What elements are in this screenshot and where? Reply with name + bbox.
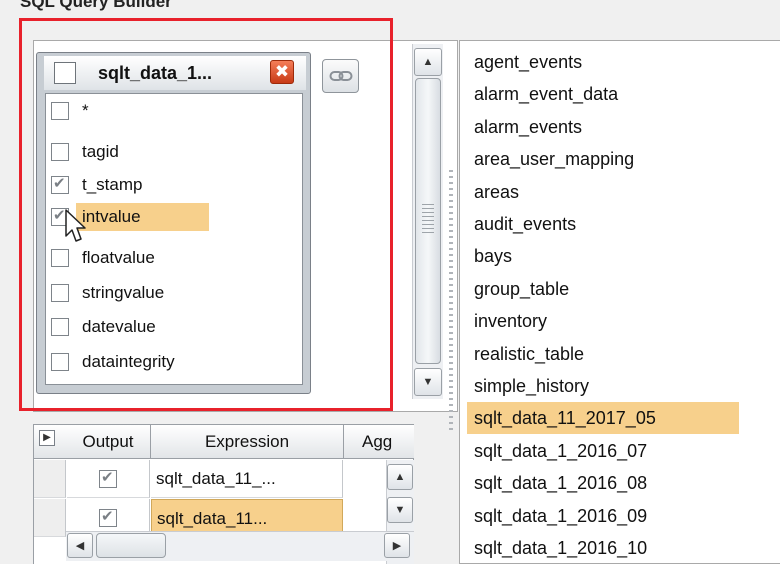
arrow-up-icon[interactable]: ▲ xyxy=(387,464,413,490)
scroll-grip xyxy=(422,204,434,234)
table-list-item[interactable]: alarm_event_data xyxy=(467,78,767,110)
table-list-item[interactable]: group_table xyxy=(467,273,767,305)
arrow-up-icon[interactable]: ▲ xyxy=(414,48,442,76)
arrow-down-icon[interactable]: ▼ xyxy=(387,497,413,523)
table-list-item[interactable]: bays xyxy=(467,240,767,272)
table-list-item[interactable]: agent_events xyxy=(467,46,767,78)
table-list-item[interactable]: realistic_table xyxy=(467,338,767,370)
table-list-item[interactable]: sqlt_data_1_2016_09 xyxy=(467,500,767,532)
table-list-item[interactable]: sqlt_data_1_2016_10 xyxy=(467,532,767,564)
builder-title: SQL Query Builder xyxy=(20,0,172,11)
output-checkbox[interactable] xyxy=(99,468,117,488)
grid-header-agg[interactable]: Agg xyxy=(344,425,416,459)
output-cell[interactable] xyxy=(67,460,150,498)
table-list-item[interactable]: sqlt_data_1_2016_08 xyxy=(467,467,767,499)
table-list-item[interactable]: areas xyxy=(467,176,767,208)
table-list-item[interactable]: inventory xyxy=(467,305,767,337)
arrow-down-icon[interactable]: ▼ xyxy=(414,368,442,396)
table-list-item[interactable]: simple_history xyxy=(467,370,767,402)
grid-row-marker[interactable] xyxy=(34,460,66,498)
expand-icon[interactable]: ▶ xyxy=(39,430,55,446)
expression-cell[interactable]: sqlt_data_11_... xyxy=(151,460,343,498)
arrow-right-icon[interactable]: ▶ xyxy=(384,533,410,558)
arrow-left-icon[interactable]: ◀ xyxy=(67,533,93,558)
grid-horizontal-thumb[interactable] xyxy=(96,533,166,558)
grid-header-output[interactable]: Output xyxy=(66,425,151,459)
annotation-highlight-box xyxy=(19,18,393,411)
table-list-item[interactable]: sqlt_data_1_2016_07 xyxy=(467,435,767,467)
table-list-item[interactable]: alarm_events xyxy=(467,111,767,143)
output-checkbox[interactable] xyxy=(99,507,117,527)
panel-splitter[interactable] xyxy=(449,170,453,430)
grid-row-marker[interactable] xyxy=(34,499,66,537)
table-list-item[interactable]: area_user_mapping xyxy=(467,143,767,175)
table-list-item[interactable]: audit_events xyxy=(467,208,767,240)
table-list-item[interactable]: sqlt_data_11_2017_05 xyxy=(467,402,739,435)
grid-header-expression[interactable]: Expression xyxy=(151,425,344,459)
